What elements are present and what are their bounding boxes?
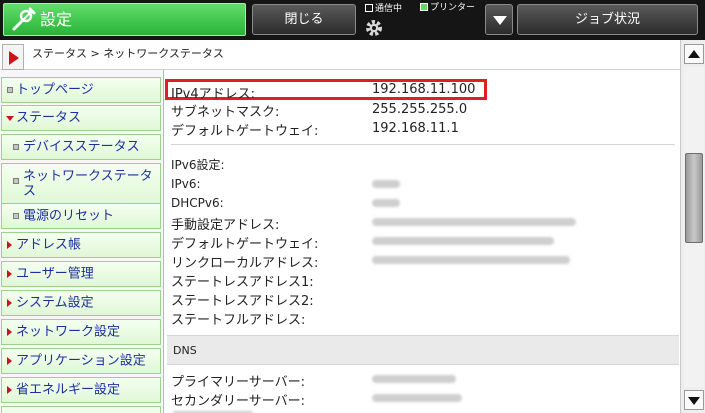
status-printer-label: プリンター xyxy=(430,3,476,13)
chevron-right-icon xyxy=(7,386,12,394)
sidebar-item-label: ネットワークステータス xyxy=(23,169,153,199)
sidebar-item-label: トップページ xyxy=(16,82,94,98)
tools-icon xyxy=(12,7,36,31)
app-title: 設定 xyxy=(40,10,73,29)
sidebar-item-device-status[interactable]: デバイスステータス xyxy=(1,134,161,160)
job-status-button[interactable]: ジョブ状況 xyxy=(517,4,698,35)
sidebar-item-partial[interactable] xyxy=(1,406,161,413)
dns-section-title: DNS xyxy=(173,344,197,357)
redacted-value xyxy=(372,237,554,245)
chevron-right-icon xyxy=(7,357,12,365)
scroll-up-button[interactable] xyxy=(684,44,704,64)
ipv6-settings-label: IPv6設定: xyxy=(171,158,225,172)
primary-server-label: プライマリーサーバー: xyxy=(171,375,305,390)
redacted-value xyxy=(372,394,462,402)
chevron-right-icon xyxy=(7,299,12,307)
checkbox-icon xyxy=(365,4,373,12)
sidebar-item-label: 省エネルギー設定 xyxy=(16,382,121,398)
sidebar-item-status[interactable]: ステータス xyxy=(1,105,161,131)
secondary-server-label: セカンダリーサーバー: xyxy=(171,394,305,409)
ipv4-address-label: IPv4アドレス: xyxy=(171,87,256,102)
sidebar-item-label: ユーザー管理 xyxy=(16,266,94,282)
manual-address-label: 手動設定アドレス: xyxy=(171,218,280,233)
bullet-icon xyxy=(7,87,13,93)
sidebar-item-label: アドレス帳 xyxy=(16,237,82,253)
chevron-down-icon xyxy=(6,116,14,121)
subnet-mask-label: サブネットマスク: xyxy=(171,105,280,120)
default-gateway-label: デフォルトゲートウェイ: xyxy=(171,124,319,139)
status-dropdown-button[interactable] xyxy=(485,4,513,35)
sidebar-item-user-management[interactable]: ユーザー管理 xyxy=(1,261,161,287)
bullet-icon xyxy=(13,213,19,219)
stateless-address-1-label: ステートレスアドレス1: xyxy=(171,275,314,290)
redacted-value xyxy=(372,375,456,383)
sidebar-item-system-settings[interactable]: システム設定 xyxy=(1,290,161,316)
dhcpv6-label: DHCPv6: xyxy=(171,196,224,210)
bullet-icon xyxy=(13,178,19,184)
redacted-value xyxy=(372,199,400,207)
printer-indicator-icon xyxy=(420,3,428,11)
sidebar-item-label: アプリケーション設定 xyxy=(16,353,146,369)
sidebar-item-network-settings[interactable]: ネットワーク設定 xyxy=(1,319,161,345)
sidebar: トップページ ステータス デバイスステータス ネットワークステータス 電源のリセ… xyxy=(0,70,164,413)
chevron-right-icon xyxy=(7,328,12,336)
link-local-label: リンクローカルアドレス: xyxy=(171,256,319,271)
sidebar-item-label: ステータス xyxy=(16,110,82,126)
app-title-bar: 設定 xyxy=(3,3,246,36)
scroll-down-button[interactable] xyxy=(684,390,704,410)
gear-icon xyxy=(366,20,382,36)
breadcrumb-bar: ステータス > ネットワークステータス xyxy=(0,40,680,70)
ipv6-gateway-label: デフォルトゲートウェイ: xyxy=(171,237,319,252)
vertical-scrollbar[interactable] xyxy=(680,40,705,413)
status-comm-label: 通信中 xyxy=(375,4,403,14)
redacted-value xyxy=(372,180,400,188)
ipv4-address-value: 192.168.11.100 xyxy=(372,82,476,97)
stateless-address-2-label: ステートレスアドレス2: xyxy=(171,294,314,309)
ipv6-label: IPv6: xyxy=(171,177,201,191)
sidebar-item-label: 電源のリセット xyxy=(23,208,115,224)
status-printer: プリンター xyxy=(420,3,475,14)
subnet-mask-value: 255.255.255.0 xyxy=(372,102,468,117)
default-gateway-value: 192.168.11.1 xyxy=(372,121,459,136)
sidebar-item-label: デバイスステータス xyxy=(23,139,140,155)
redacted-value xyxy=(372,256,570,264)
status-communicating: 通信中 xyxy=(365,4,402,15)
divider xyxy=(171,144,675,145)
close-button[interactable]: 閉じる xyxy=(252,4,356,35)
sidebar-item-power-reset[interactable]: 電源のリセット xyxy=(1,203,161,229)
sidebar-item-top-page[interactable]: トップページ xyxy=(1,77,161,103)
scroll-thumb[interactable] xyxy=(685,153,703,243)
stateful-address-label: ステートフルアドレス: xyxy=(171,313,306,328)
sidebar-item-label: システム設定 xyxy=(16,295,94,311)
network-status-panel: IPv4アドレス: 192.168.11.100 サブネットマスク: 255.2… xyxy=(165,71,680,413)
top-bar: 設定 閉じる 通信中 プリンター ジョブ状況 xyxy=(0,0,705,40)
dns-section-header: DNS xyxy=(167,335,679,365)
sidebar-item-network-status[interactable]: ネットワークステータス xyxy=(1,163,161,205)
sidebar-item-energy-saving[interactable]: 省エネルギー設定 xyxy=(1,377,161,403)
redacted-value xyxy=(372,218,576,226)
breadcrumb: ステータス > ネットワークステータス xyxy=(32,47,224,60)
sidebar-item-label: ネットワーク設定 xyxy=(16,324,121,340)
sidebar-item-application-settings[interactable]: アプリケーション設定 xyxy=(1,348,161,374)
chevron-right-icon xyxy=(7,241,12,249)
back-arrow-button[interactable] xyxy=(2,44,24,70)
bullet-icon xyxy=(13,144,19,150)
sidebar-item-address-book[interactable]: アドレス帳 xyxy=(1,232,161,258)
chevron-right-icon xyxy=(7,270,12,278)
